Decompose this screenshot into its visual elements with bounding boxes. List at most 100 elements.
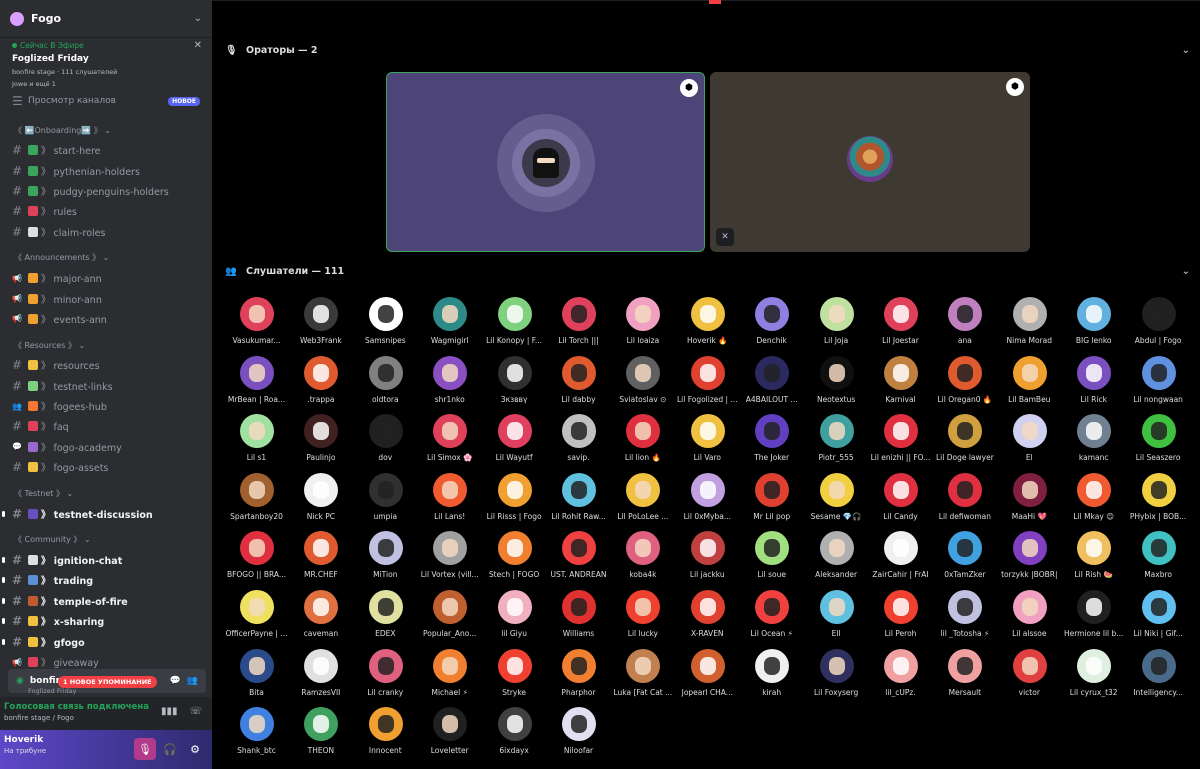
listener-item[interactable]: Mersault: [932, 648, 997, 707]
avatar[interactable]: [497, 472, 532, 507]
listener-item[interactable]: Lil Candy: [868, 472, 933, 531]
avatar[interactable]: [884, 531, 918, 566]
avatar[interactable]: [368, 355, 403, 390]
listener-item[interactable]: kirah: [739, 648, 804, 707]
channel-temple-of-fire[interactable]: # 》 temple-of-fire: [0, 591, 212, 611]
category-header[interactable]: 《 Testnet 》 ⌄: [0, 483, 212, 503]
avatar[interactable]: [690, 648, 725, 683]
avatar[interactable]: [755, 590, 790, 624]
listener-item[interactable]: Lil Joestar: [868, 297, 933, 355]
browse-channels[interactable]: ☰ Просмотр каналов НОВОЕ: [0, 94, 212, 108]
avatar[interactable]: [755, 648, 790, 683]
avatar[interactable]: [690, 590, 725, 624]
avatar[interactable]: [884, 414, 918, 449]
avatar[interactable]: [1141, 414, 1176, 449]
avatar[interactable]: [562, 590, 596, 624]
avatar[interactable]: [690, 531, 725, 566]
listener-item[interactable]: Lil BamBeu: [997, 355, 1062, 414]
avatar[interactable]: [1077, 297, 1112, 331]
listener-item[interactable]: 6ixdayx: [482, 707, 547, 765]
avatar[interactable]: [948, 648, 983, 683]
avatar[interactable]: [562, 472, 596, 507]
listener-item[interactable]: koba4k: [610, 531, 675, 589]
avatar[interactable]: [819, 531, 854, 566]
channel-minor-ann[interactable]: 📢 》 minor-ann: [0, 288, 212, 308]
avatar[interactable]: [562, 707, 596, 742]
listener-item[interactable]: Maxbro: [1126, 531, 1191, 589]
avatar[interactable]: [562, 648, 596, 683]
listener-item[interactable]: ZairCahir | FrAI: [868, 531, 933, 589]
channel-ignition-chat[interactable]: # 》 ignition-chat: [0, 550, 212, 570]
listener-item[interactable]: El: [997, 414, 1062, 472]
listener-item[interactable]: THEON: [288, 707, 353, 765]
avatar[interactable]: [948, 414, 983, 449]
listener-item[interactable]: Lil Fogolized | ...: [675, 355, 740, 414]
category-header[interactable]: 《 Resources 》 ⌄: [0, 335, 212, 355]
category-header[interactable]: 《 ⬅️Onboarding➡️ 》 ⌄: [0, 120, 212, 140]
chevron-down-icon[interactable]: ⌄: [1182, 266, 1190, 277]
avatar[interactable]: [562, 297, 596, 331]
avatar[interactable]: [497, 707, 532, 742]
avatar[interactable]: [884, 297, 918, 331]
avatar[interactable]: [1012, 648, 1047, 683]
settings-gear-icon[interactable]: ⚙: [184, 738, 206, 760]
listener-item[interactable]: BFOGO || BRA...: [224, 531, 289, 589]
channel-rules[interactable]: # 》 rules: [0, 201, 212, 221]
avatar[interactable]: [240, 648, 274, 683]
listener-item[interactable]: Lil Simox 🌸: [417, 414, 482, 472]
avatar[interactable]: [368, 297, 403, 331]
avatar[interactable]: [1012, 590, 1047, 624]
listener-item[interactable]: Hoverik 🔥: [675, 297, 740, 355]
listener-item[interactable]: lil_cUPz.: [868, 648, 933, 707]
listener-item[interactable]: Spartanboy20: [224, 472, 289, 531]
avatar[interactable]: [1012, 531, 1047, 566]
listener-item[interactable]: torzykk |BOBR|: [997, 531, 1062, 589]
listener-item[interactable]: Neotextus: [804, 355, 869, 414]
disconnect-icon[interactable]: ☏: [189, 706, 202, 717]
avatar[interactable]: [497, 648, 532, 683]
avatar[interactable]: [1012, 472, 1047, 507]
avatar[interactable]: [497, 414, 532, 449]
channel-fogo-assets[interactable]: # 》 fogo-assets: [0, 457, 212, 477]
avatar[interactable]: [690, 472, 725, 507]
avatar[interactable]: [433, 707, 468, 742]
avatar[interactable]: [1141, 297, 1176, 331]
channel-gfogo[interactable]: # 》 gfogo: [0, 631, 212, 651]
avatar[interactable]: [433, 414, 468, 449]
listener-item[interactable]: Web3Frank: [288, 297, 353, 355]
channel-pudgy-penguins-holders[interactable]: # 》 pudgy-penguins-holders: [0, 181, 212, 201]
listener-item[interactable]: Lil Rick: [1061, 355, 1126, 414]
listener-item[interactable]: Lil Rish 🍉: [1061, 531, 1126, 589]
listener-item[interactable]: 0xTamZker: [932, 531, 997, 589]
avatar[interactable]: [690, 414, 725, 449]
listener-item[interactable]: Luka [Fat Cat ...: [610, 648, 675, 707]
listener-item[interactable]: Lil cranky: [353, 648, 418, 707]
avatar[interactable]: [819, 297, 854, 331]
avatar[interactable]: [819, 472, 854, 507]
avatar[interactable]: [240, 297, 274, 331]
avatar[interactable]: [884, 472, 918, 507]
headphones-icon[interactable]: 🎧: [159, 738, 181, 760]
listener-item[interactable]: Intelligency...: [1126, 648, 1191, 707]
avatar[interactable]: [1077, 355, 1112, 390]
chat-icon[interactable]: 💬: [170, 676, 181, 686]
avatar[interactable]: [819, 414, 854, 449]
avatar[interactable]: [304, 531, 339, 566]
listener-item[interactable]: shr1nko: [417, 355, 482, 414]
server-header[interactable]: Fogo ⌄: [0, 0, 212, 38]
avatar[interactable]: [304, 648, 339, 683]
listener-item[interactable]: Lil soue: [739, 531, 804, 589]
listener-item[interactable]: Lil Joja: [804, 297, 869, 355]
listener-item[interactable]: victor: [997, 648, 1062, 707]
avatar[interactable]: [1077, 590, 1112, 624]
avatar[interactable]: [368, 590, 403, 624]
avatar[interactable]: [1077, 414, 1112, 449]
avatar[interactable]: [948, 297, 983, 331]
channel-testnet-discussion[interactable]: # 》 testnet-discussion: [0, 503, 212, 523]
avatar[interactable]: [497, 355, 532, 390]
avatar[interactable]: [626, 414, 661, 449]
avatar[interactable]: [1141, 355, 1176, 390]
channel-events-ann[interactable]: 📢 》 events-ann: [0, 309, 212, 329]
avatar[interactable]: [433, 590, 468, 624]
listener-item[interactable]: Niloofar: [546, 707, 611, 765]
